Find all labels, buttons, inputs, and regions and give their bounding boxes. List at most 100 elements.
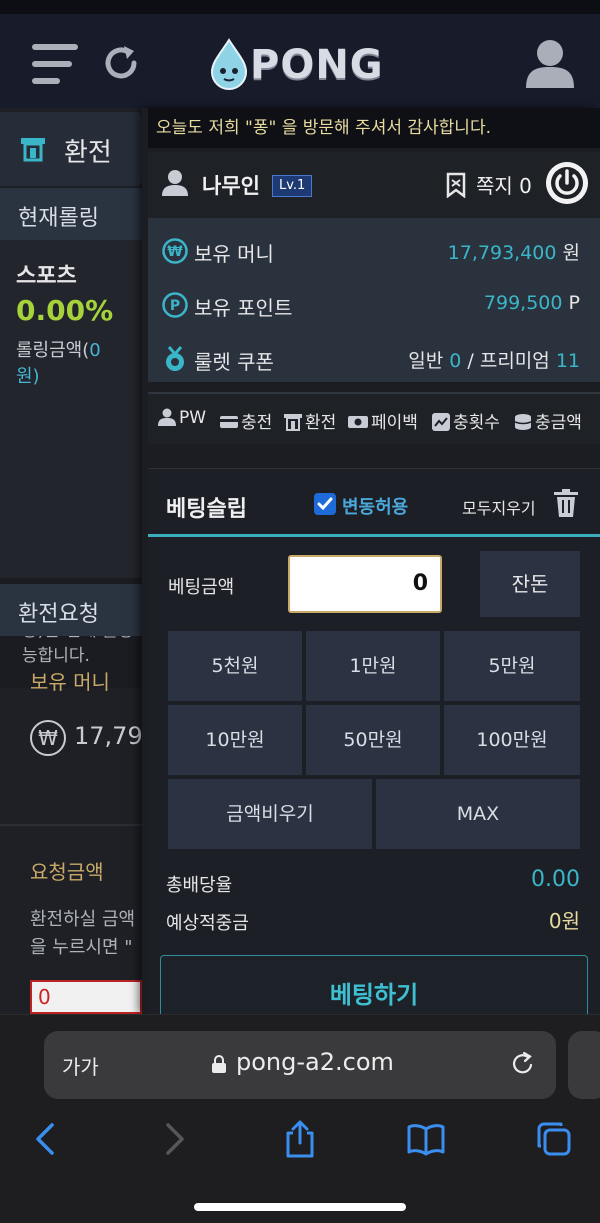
wallet-info: ₩ 보유 머니 17,793,400 원 P 보유 포인트 799,500 P … xyxy=(148,218,600,382)
money-value: 17,793,400 원 xyxy=(448,238,580,265)
allow-change-label[interactable]: 변동허용 xyxy=(342,493,408,519)
quick-link-deposit-amount-label: 충금액 xyxy=(535,413,582,433)
rolling-amount-label: 롤링금액( xyxy=(16,340,90,361)
point-value: 799,500 P xyxy=(484,292,580,314)
rolling-card: 현재롤링 스포츠 0.00% 롤링금액(0 원) xyxy=(0,188,142,578)
amount-1m-button[interactable]: 100만원 xyxy=(444,705,580,775)
quick-link-exchange-label: 환전 xyxy=(305,413,337,433)
menu-icon[interactable] xyxy=(32,44,80,84)
level-badge: Lv.1 xyxy=(272,175,313,197)
message-icon[interactable] xyxy=(444,172,468,198)
coupon-premium-label: 프리미엄 xyxy=(479,350,550,372)
amount-100k-button[interactable]: 10만원 xyxy=(168,705,302,775)
bet-slip: 베팅슬립 변동허용 모두지우기 베팅금액 0 잔돈 5천원 1만원 5만원 10… xyxy=(148,468,600,1014)
user-side-panel: 오늘도 저희 "퐁" 을 방문해 주셔서 감사합니다. 나무인 Lv.1 쪽지 … xyxy=(142,108,600,1014)
divider xyxy=(0,824,142,826)
pong-logo[interactable]: PONG xyxy=(208,30,392,96)
cash-icon xyxy=(348,416,368,428)
quick-links: PW 충전 환전 페이백 충횟수 충금액 xyxy=(148,392,600,444)
clear-all-button[interactable]: 모두지우기 xyxy=(462,495,536,519)
quick-link-deposit-label: 충전 xyxy=(241,413,273,433)
clear-amount-button[interactable]: 금액비우기 xyxy=(168,779,372,849)
rolling-amount: 롤링금액(0 원) xyxy=(16,338,136,390)
total-odds-label: 총배당율 xyxy=(166,875,233,896)
amount-50k-button[interactable]: 5만원 xyxy=(444,631,580,701)
quick-link-deposit[interactable]: 충전 xyxy=(220,408,272,433)
user-name: 나무인 xyxy=(202,174,260,198)
tabs-icon[interactable] xyxy=(534,1119,574,1159)
app-header: PONG xyxy=(0,14,600,108)
won-icon: ₩ xyxy=(30,720,66,756)
roulette-medal-icon xyxy=(166,346,184,371)
text-size-button[interactable]: 가가 xyxy=(62,1051,99,1080)
rolling-percent: 0.00% xyxy=(16,294,114,327)
user-info-row: 나무인 Lv.1 쪽지 0 xyxy=(148,152,600,218)
logo-text: PONG xyxy=(250,42,384,88)
quick-link-deposit-amount[interactable]: 충금액 xyxy=(514,408,582,433)
atm-icon xyxy=(284,414,302,431)
reload-icon[interactable] xyxy=(510,1051,536,1077)
money-row: ₩ 보유 머니 17,793,400 원 xyxy=(148,226,600,278)
logout-power-icon[interactable] xyxy=(546,162,588,204)
url-text: pong-a2.com xyxy=(236,1048,394,1076)
quick-link-pw-label: PW xyxy=(179,408,207,428)
expected-win-value: 0원 xyxy=(548,909,580,933)
money-unit: 원 xyxy=(562,242,580,264)
rolling-title: 현재롤링 xyxy=(18,206,99,231)
coins-icon xyxy=(514,414,532,430)
exchange-request-header: 환전요청 xyxy=(0,584,142,636)
request-amount-input[interactable]: 0 xyxy=(30,980,142,1014)
exchange-request-title: 환전요청 xyxy=(18,602,99,627)
place-bet-button[interactable]: 베팅하기 xyxy=(160,955,588,1014)
user-account-icon[interactable] xyxy=(524,38,576,88)
balance-button[interactable]: 잔돈 xyxy=(480,551,580,617)
amount-5k-button[interactable]: 5천원 xyxy=(168,631,302,701)
quick-link-deposit-count[interactable]: 충횟수 xyxy=(432,408,500,433)
won-coin-icon: ₩ xyxy=(162,238,188,264)
amount-500k-button[interactable]: 50만원 xyxy=(306,705,440,775)
coupon-normal-value: 0 xyxy=(449,350,462,372)
svg-text:₩: ₩ xyxy=(167,244,183,260)
max-button[interactable]: MAX xyxy=(376,779,580,849)
mascot-icon xyxy=(210,38,248,90)
message-count-value: 0 xyxy=(519,174,532,198)
person-icon xyxy=(162,170,188,196)
hold-money-label: 보유 머니 xyxy=(30,670,110,694)
coupon-premium-value: 11 xyxy=(555,350,580,372)
coupon-row: 룰렛 쿠폰 일반 0 / 프리미엄 11 xyxy=(148,334,600,386)
allow-change-checkbox[interactable] xyxy=(314,493,336,515)
message-count[interactable]: 쪽지 0 xyxy=(476,170,532,199)
trash-icon[interactable] xyxy=(554,489,578,517)
quick-link-deposit-count-label: 충횟수 xyxy=(453,413,500,433)
amount-10k-button[interactable]: 1만원 xyxy=(306,631,440,701)
exchange-tab[interactable]: 환전 xyxy=(0,112,142,186)
quick-link-pw[interactable]: PW xyxy=(158,408,206,428)
point-label: 보유 포인트 xyxy=(194,296,293,320)
exchange-tab-label: 환전 xyxy=(64,138,112,168)
exchange-page-background: 환전 현재롤링 스포츠 0.00% 롤링금액(0원) ⓘ 첫충전, 매충 등)는… xyxy=(0,108,158,1014)
next-tab-preview[interactable] xyxy=(568,1031,600,1099)
coupon-value: 일반 0 / 프리미엄 11 xyxy=(408,346,580,373)
bookmarks-icon[interactable] xyxy=(406,1119,446,1159)
refresh-icon[interactable] xyxy=(100,42,142,84)
back-icon[interactable] xyxy=(26,1119,66,1159)
atm-icon xyxy=(21,138,45,162)
forward-icon[interactable] xyxy=(154,1119,194,1159)
request-amount-label: 요청금액 xyxy=(30,860,104,884)
quick-link-payback[interactable]: 페이백 xyxy=(348,408,418,433)
share-icon[interactable] xyxy=(280,1119,320,1159)
home-indicator xyxy=(194,1203,406,1211)
chart-icon xyxy=(432,413,450,431)
lock-icon xyxy=(212,1055,226,1073)
point-row: P 보유 포인트 799,500 P xyxy=(148,280,600,332)
point-unit: P xyxy=(568,292,580,314)
expected-win-label: 예상적중금 xyxy=(166,913,249,934)
address-bar[interactable]: 가가 pong-a2.com xyxy=(44,1031,556,1099)
coupon-separator: / xyxy=(467,350,474,372)
coupon-normal-label: 일반 xyxy=(408,350,444,372)
bet-slip-title: 베팅슬립 xyxy=(166,497,247,522)
rolling-header: 현재롤링 xyxy=(0,188,142,240)
bet-amount-input[interactable]: 0 xyxy=(288,555,442,613)
quick-link-exchange[interactable]: 환전 xyxy=(284,408,336,433)
money-label: 보유 머니 xyxy=(194,242,274,266)
